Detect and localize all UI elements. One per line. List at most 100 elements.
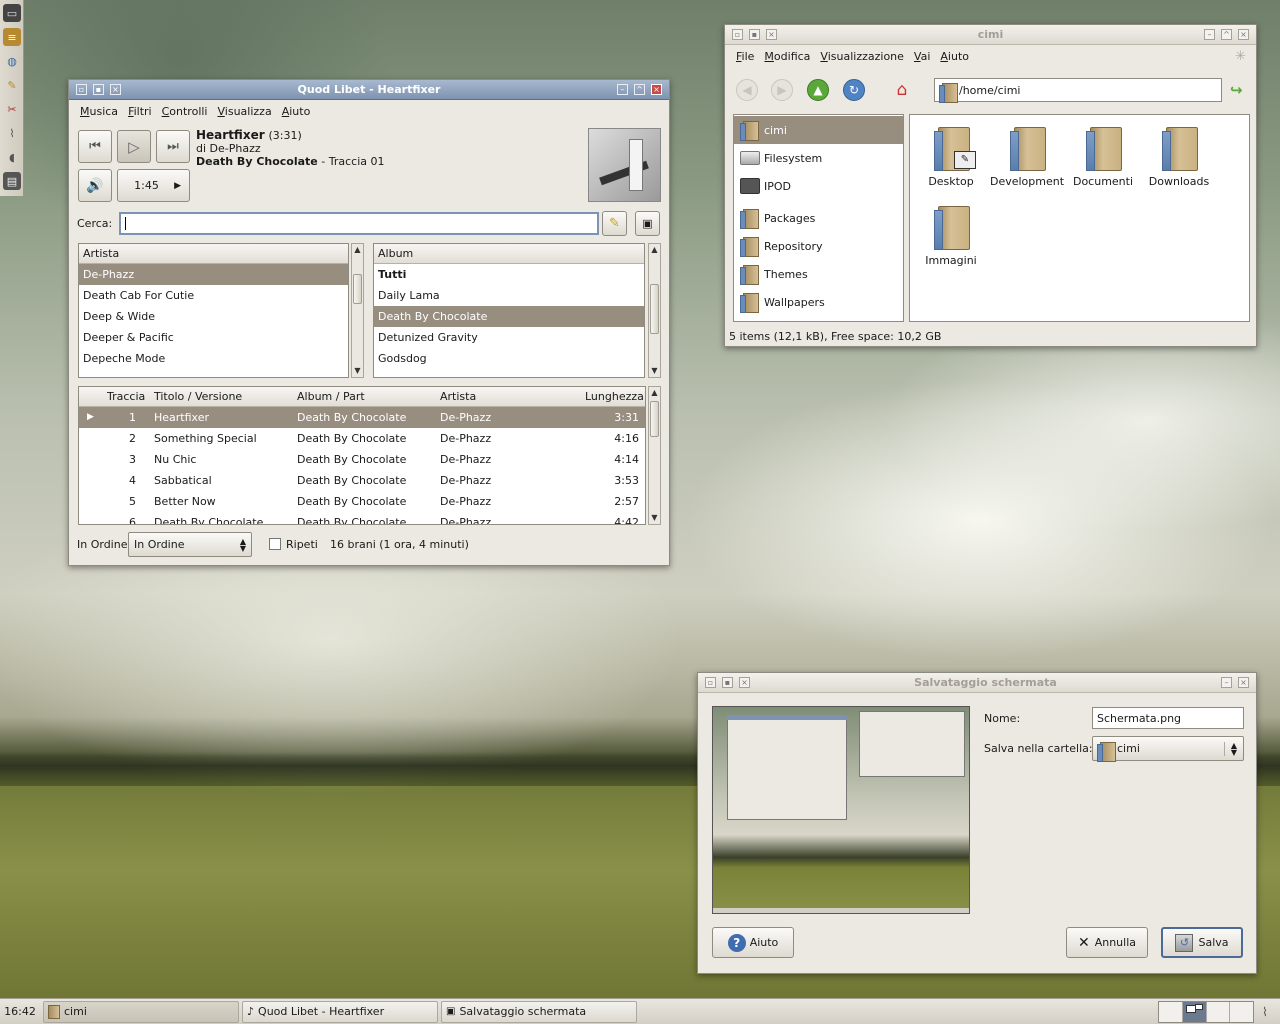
forward-icon[interactable]: ▶ — [771, 79, 793, 101]
artist-row[interactable]: De-Phazz — [79, 264, 348, 285]
window-menu-icon[interactable]: ▫ — [705, 677, 716, 688]
sticky-icon[interactable]: ▪ — [749, 29, 760, 40]
sidebar-item-packages[interactable]: Packages — [734, 204, 903, 232]
next-button[interactable]: ⏭ — [156, 130, 190, 163]
scroll-up-icon[interactable]: ▲ — [649, 244, 660, 256]
sticky-icon[interactable]: ▪ — [722, 677, 733, 688]
scroll-up-icon[interactable]: ▲ — [352, 244, 363, 256]
previous-button[interactable]: ⏮ — [78, 130, 112, 163]
back-icon[interactable]: ◀ — [736, 79, 758, 101]
menu-musica[interactable]: Musica — [75, 105, 123, 118]
shade-icon[interactable]: × — [739, 677, 750, 688]
brush-icon[interactable]: ⌇ — [3, 124, 21, 142]
clock[interactable]: 16:42 — [0, 1005, 40, 1018]
sidebar-item-cimi[interactable]: cimi — [734, 116, 903, 144]
column-track[interactable]: Traccia — [107, 390, 145, 403]
volume-icon[interactable]: ◖ — [3, 148, 21, 166]
shade-icon[interactable]: × — [766, 29, 777, 40]
artist-header[interactable]: Artista — [79, 244, 348, 264]
repeat-label[interactable]: Ripeti — [286, 538, 318, 551]
album-row[interactable]: Detunized Gravity — [374, 327, 644, 348]
task-filemanager[interactable]: cimi — [43, 1000, 239, 1023]
scroll-thumb[interactable] — [650, 401, 659, 437]
order-select[interactable]: In Ordine ▲ ▼ — [128, 532, 252, 557]
maximize-icon[interactable]: ^ — [634, 84, 645, 95]
location-input[interactable]: /home/cimi — [934, 78, 1222, 103]
menu-file[interactable]: File — [731, 50, 759, 63]
file-item-desktop[interactable]: ✎ Desktop — [913, 125, 989, 188]
save-button[interactable]: ↺ Salva — [1161, 927, 1243, 958]
album-header[interactable]: Album — [374, 244, 644, 264]
album-row[interactable]: Death By Chocolate — [374, 306, 644, 327]
track-scrollbar[interactable]: ▲ ▼ — [648, 386, 661, 525]
close-icon[interactable]: × — [1238, 29, 1249, 40]
menu-visualizza[interactable]: Visualizza — [213, 105, 277, 118]
table-row[interactable]: 2 Something Special Death By Chocolate D… — [79, 428, 645, 449]
column-artist[interactable]: Artista — [440, 390, 476, 403]
artist-scrollbar[interactable]: ▲ ▼ — [351, 243, 364, 378]
column-album[interactable]: Album / Part — [297, 390, 365, 403]
menu-visualizzazione[interactable]: Visualizzazione — [815, 50, 909, 63]
file-item-development[interactable]: Development — [989, 125, 1065, 188]
editor-icon[interactable]: ✎ — [3, 76, 21, 94]
filemanager-titlebar[interactable]: ▫ ▪ × cimi – ^ × — [725, 25, 1256, 45]
close-icon[interactable]: × — [1238, 677, 1249, 688]
clear-search-button[interactable]: ✎ — [602, 211, 627, 236]
minimize-icon[interactable]: – — [617, 84, 628, 95]
dialog-titlebar[interactable]: ▫ ▪ × Salvataggio schermata – × — [698, 673, 1256, 693]
scroll-up-icon[interactable]: ▲ — [649, 387, 660, 399]
scissors-icon[interactable]: ✂ — [3, 100, 21, 118]
workspace-2[interactable] — [1182, 1001, 1207, 1022]
column-title[interactable]: Titolo / Versione — [154, 390, 242, 403]
table-row[interactable]: 6 Death By Chocolate Death By Chocolate … — [79, 512, 645, 524]
menu-filtri[interactable]: Filtri — [123, 105, 157, 118]
scroll-down-icon[interactable]: ▼ — [649, 365, 660, 377]
scroll-down-icon[interactable]: ▼ — [352, 365, 363, 377]
album-cover[interactable] — [588, 128, 661, 202]
file-item-immagini[interactable]: Immagini — [913, 204, 989, 267]
window-menu-icon[interactable]: ▫ — [76, 84, 87, 95]
sidebar-item-repository[interactable]: Repository — [734, 232, 903, 260]
tray-icon[interactable]: ⌇ — [1262, 1005, 1280, 1019]
minimize-icon[interactable]: – — [1204, 29, 1215, 40]
table-row[interactable]: 3 Nu Chic Death By Chocolate De-Phazz 4:… — [79, 449, 645, 470]
file-item-downloads[interactable]: Downloads — [1141, 125, 1217, 188]
artist-row[interactable]: Depeche Mode — [79, 348, 348, 369]
menu-modifica[interactable]: Modifica — [759, 50, 815, 63]
album-scrollbar[interactable]: ▲ ▼ — [648, 243, 661, 378]
home-icon[interactable]: ⌂ — [891, 79, 913, 101]
workspace-1[interactable] — [1159, 1001, 1183, 1022]
volume-button[interactable]: 🔊 — [78, 169, 112, 202]
quodlibet-titlebar[interactable]: ▫ ▪ × Quod Libet - Heartfixer – ^ × — [69, 80, 669, 100]
reload-icon[interactable]: ↻ — [843, 79, 865, 101]
repeat-checkbox[interactable] — [269, 538, 281, 550]
filename-input[interactable]: Schermata.png — [1092, 707, 1244, 729]
workspace-4[interactable] — [1230, 1002, 1253, 1022]
scroll-down-icon[interactable]: ▼ — [649, 512, 660, 524]
album-row[interactable]: Daily Lama — [374, 285, 644, 306]
workspace-3[interactable] — [1207, 1001, 1231, 1022]
menu-vai[interactable]: Vai — [909, 50, 935, 63]
task-screenshot[interactable]: ▣ Salvataggio schermata — [441, 1000, 637, 1023]
artist-row[interactable]: Deep & Wide — [79, 306, 348, 327]
menu-controlli[interactable]: Controlli — [157, 105, 213, 118]
sidebar-item-filesystem[interactable]: Filesystem — [734, 144, 903, 172]
menu-aiuto[interactable]: Aiuto — [277, 105, 316, 118]
artist-row[interactable]: Death Cab For Cutie — [79, 285, 348, 306]
table-row[interactable]: 5 Better Now Death By Chocolate De-Phazz… — [79, 491, 645, 512]
go-icon[interactable]: ↪ — [1230, 81, 1243, 99]
column-length[interactable]: Lunghezza — [585, 390, 644, 403]
close-icon[interactable]: × — [651, 84, 662, 95]
album-row[interactable]: Godsdog — [374, 348, 644, 369]
table-row[interactable]: ▶ 1 Heartfixer Death By Chocolate De-Pha… — [79, 407, 645, 428]
shade-icon[interactable]: × — [110, 84, 121, 95]
file-item-documenti[interactable]: Documenti — [1065, 125, 1141, 188]
filter-options-button[interactable]: ▣ — [635, 211, 660, 236]
film-icon[interactable]: ▤ — [3, 172, 21, 190]
maximize-icon[interactable]: ^ — [1221, 29, 1232, 40]
terminal-icon[interactable]: ▭ — [3, 4, 21, 22]
play-button[interactable]: ▷ — [117, 130, 151, 163]
globe-icon[interactable]: ◍ — [3, 52, 21, 70]
workspace-pager[interactable] — [1158, 1000, 1254, 1023]
album-row[interactable]: Tutti — [374, 264, 644, 285]
